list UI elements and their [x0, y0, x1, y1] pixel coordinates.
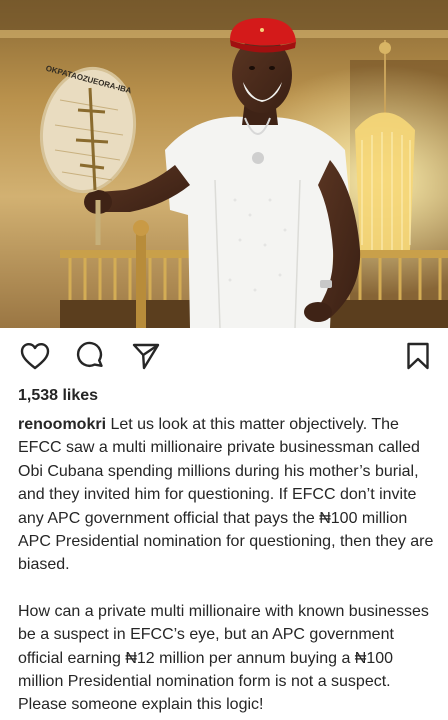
post-caption: renoomokri Let us look at this matter ob…	[18, 413, 436, 717]
caption-username[interactable]: renoomokri	[18, 416, 106, 433]
post-photo-illustration: OKPATAOZUEORA-IBA	[0, 0, 448, 328]
like-count[interactable]: 1,538 likes	[18, 387, 98, 405]
caption-paragraph-2: How can a private multi millionaire with…	[18, 602, 429, 714]
bookmark-icon[interactable]	[402, 340, 434, 372]
comment-icon[interactable]	[74, 340, 106, 372]
heart-icon[interactable]	[19, 340, 51, 372]
paper-plane-icon[interactable]	[130, 340, 162, 372]
post-action-bar	[0, 336, 448, 376]
caption-text-1: Let us look at this matter objectively. …	[18, 416, 434, 574]
post-photo[interactable]: OKPATAOZUEORA-IBA	[0, 0, 448, 328]
caption-paragraph-1: renoomokri Let us look at this matter ob…	[18, 413, 436, 577]
